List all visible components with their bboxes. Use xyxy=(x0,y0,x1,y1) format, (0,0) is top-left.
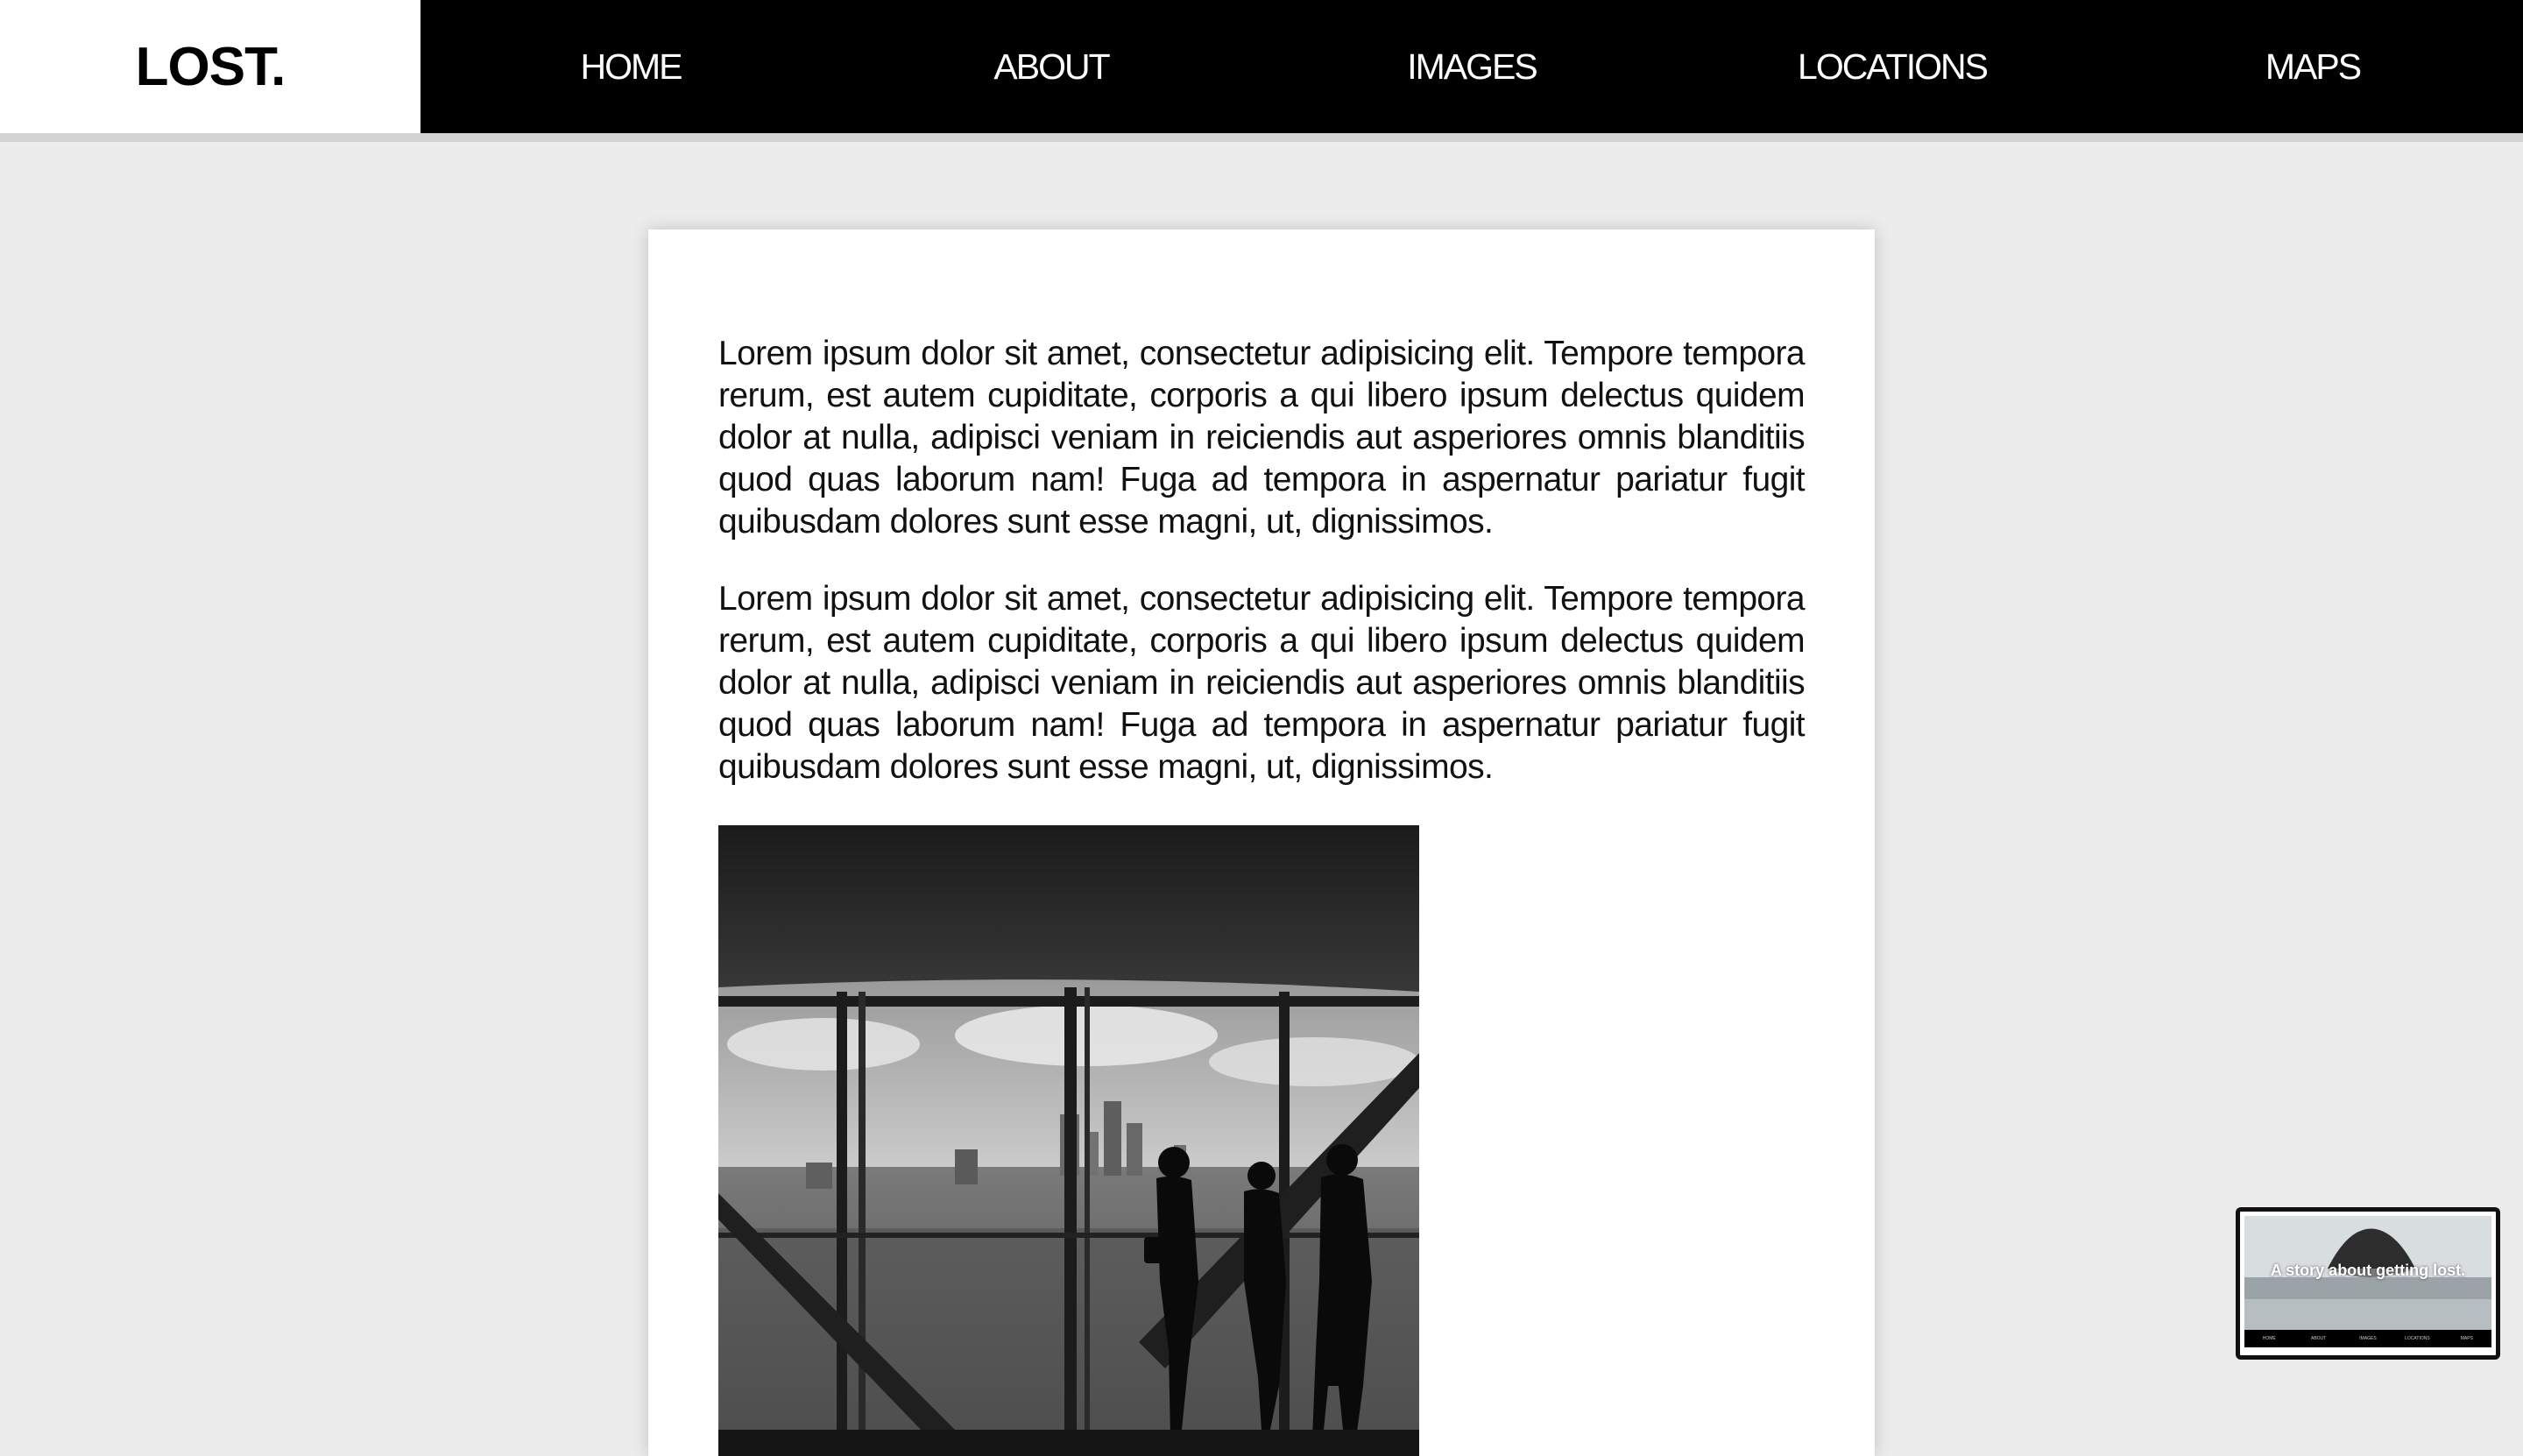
content-card: Lorem ipsum dolor sit amet, consectetur … xyxy=(648,230,1875,1456)
office-window-photo xyxy=(718,825,1419,1456)
nav-maps[interactable]: MAPS xyxy=(2102,0,2523,133)
thumbnail-nav-item: HOME xyxy=(2262,1336,2276,1341)
thumbnail-nav-item: LOCATIONS xyxy=(2405,1336,2430,1341)
logo: LOST. xyxy=(135,36,286,97)
site-header: LOST. HOME ABOUT IMAGES LOCATIONS MAPS xyxy=(0,0,2523,133)
nav-about[interactable]: ABOUT xyxy=(841,0,1262,133)
nav-locations[interactable]: LOCATIONS xyxy=(1682,0,2102,133)
thumbnail-nav-item: IMAGES xyxy=(2359,1336,2377,1341)
nav-images[interactable]: IMAGES xyxy=(1262,0,1682,133)
page-preview-thumbnail[interactable]: A story about getting lost. HOME ABOUT I… xyxy=(2236,1207,2500,1360)
nav-home[interactable]: HOME xyxy=(420,0,841,133)
thumbnail-nav: HOME ABOUT IMAGES LOCATIONS MAPS xyxy=(2244,1330,2491,1347)
logo-link[interactable]: LOST. xyxy=(0,0,420,133)
paragraph-2: Lorem ipsum dolor sit amet, consectetur … xyxy=(718,580,1806,786)
thumbnail-nav-item: MAPS xyxy=(2460,1336,2473,1341)
thumbnail-hero-image: A story about getting lost. xyxy=(2244,1216,2491,1330)
header-divider xyxy=(0,133,2523,142)
thumbnail-caption: A story about getting lost. xyxy=(2270,1262,2466,1279)
paragraph-1: Lorem ipsum dolor sit amet, consectetur … xyxy=(718,335,1806,541)
main-nav: HOME ABOUT IMAGES LOCATIONS MAPS xyxy=(420,0,2523,133)
thumbnail-nav-item: ABOUT xyxy=(2310,1336,2327,1341)
